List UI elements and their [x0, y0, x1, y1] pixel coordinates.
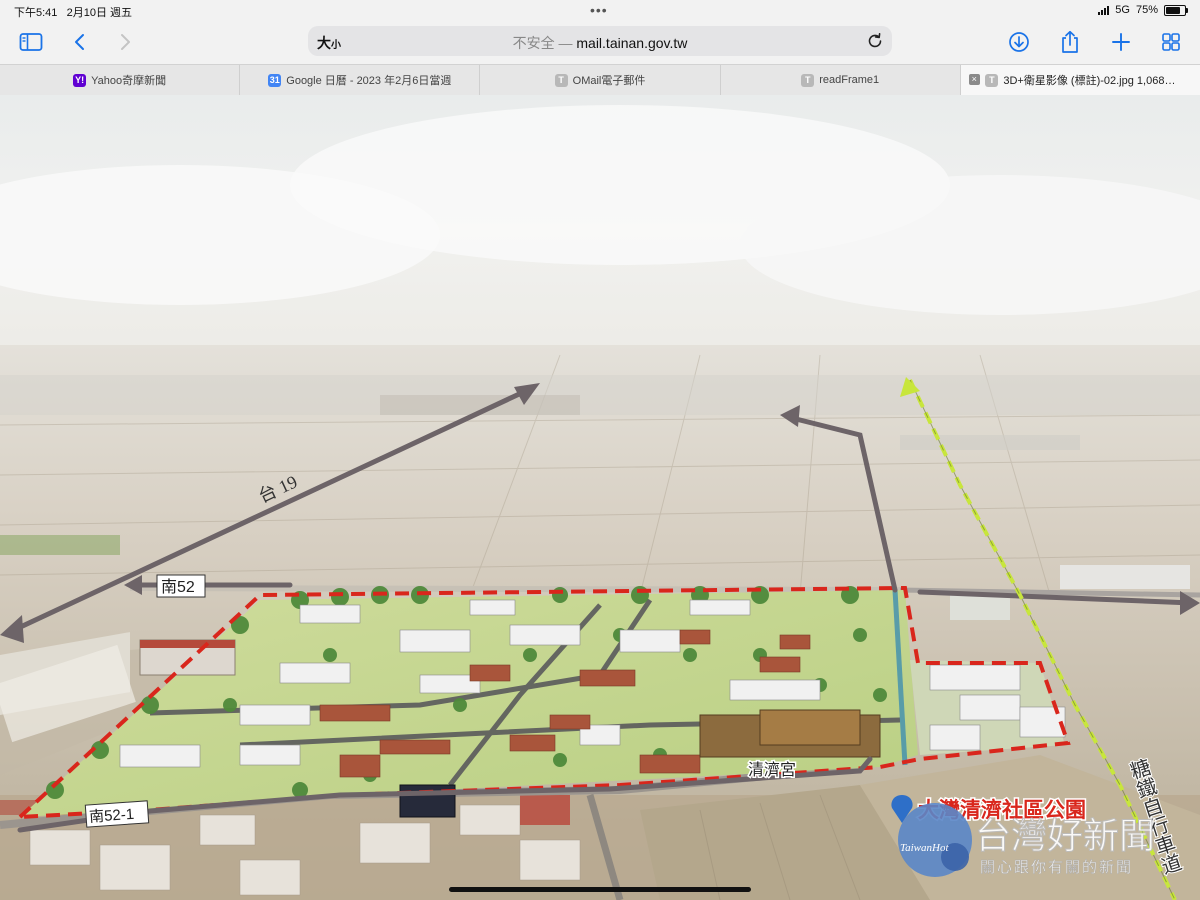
- downloads-icon[interactable]: [1004, 27, 1034, 57]
- status-date: 2月10日 週五: [66, 7, 133, 19]
- browser-toolbar: 大小 不安全 — mail.tainan.gov.tw: [0, 20, 1200, 64]
- tab-1[interactable]: 31 Google 日曆 - 2023 年2月6日當週: [240, 65, 481, 95]
- watermark-slogan: 關心跟你有關的新聞: [980, 859, 1133, 876]
- label-temple: 清濟宮: [748, 761, 796, 779]
- label-nan52-box: 南52: [156, 574, 206, 598]
- security-label: 不安全: [512, 35, 555, 51]
- battery-percent: 75%: [1135, 4, 1158, 16]
- aerial-rendering-image: 台 19 南52 南52-1 清濟宮 糖鐵自行車道 大灣清濟社區公園 Taiwa…: [0, 95, 1200, 900]
- watermark-brand-zh: 台灣好新聞: [975, 816, 1155, 856]
- address-bar[interactable]: 大小 不安全 — mail.tainan.gov.tw: [308, 26, 892, 56]
- tab-bar: Y! Yahoo奇摩新聞 31 Google 日曆 - 2023 年2月6日當週 T OM…: [0, 64, 1200, 96]
- tab-2[interactable]: T OMail電子郵件: [480, 65, 721, 95]
- tab-label: Google 日曆 - 2023 年2月6日當週: [286, 75, 452, 87]
- tab-0[interactable]: Y! Yahoo奇摩新聞: [0, 65, 241, 95]
- reload-icon[interactable]: [866, 32, 884, 50]
- label-nan52-1: 南52-1: [89, 806, 135, 826]
- label-nan52: 南52: [161, 578, 195, 596]
- new-tab-icon[interactable]: [1106, 27, 1136, 57]
- forward-button[interactable]: [110, 27, 140, 57]
- url-display[interactable]: 不安全 — mail.tainan.gov.tw: [308, 33, 892, 53]
- label-nan52-1-box: 南52-1: [84, 800, 150, 828]
- back-button[interactable]: [65, 27, 95, 57]
- tab-label: Yahoo奇摩新聞: [91, 75, 167, 87]
- tab-favicon-icon: Y!: [73, 73, 87, 87]
- status-bar: 下午5:41 2月10日 週五 ••• 5G 75%: [0, 0, 1200, 20]
- battery-icon: [1164, 4, 1188, 16]
- sidebar-toggle-icon[interactable]: [16, 27, 46, 57]
- home-indicator[interactable]: [449, 887, 751, 892]
- tab-close-icon[interactable]: ×: [968, 74, 980, 85]
- tab-label: readFrame1: [819, 74, 880, 86]
- tab-favicon-icon: T: [801, 73, 815, 87]
- tab-overview-icon[interactable]: [1156, 27, 1186, 57]
- image-viewer: 台 19 南52 南52-1 清濟宮 糖鐵自行車道 大灣清濟社區公園 Taiwa…: [0, 95, 1200, 900]
- tab-label: OMail電子郵件: [572, 75, 646, 87]
- url-text: mail.tainan.gov.tw: [576, 35, 688, 51]
- tab-favicon-icon: T: [554, 73, 568, 87]
- share-icon[interactable]: [1055, 27, 1085, 57]
- tab-favicon-icon: T: [985, 73, 999, 87]
- status-time: 下午5:41: [14, 7, 58, 19]
- temple-building: [699, 709, 881, 758]
- watermark-brand-en: TaiwanHot: [900, 842, 949, 854]
- network-type: 5G: [1115, 4, 1130, 16]
- tab-4[interactable]: × T 3D+衛星影像 (標註)-02.jpg 1,068…: [960, 65, 1200, 95]
- tab-3[interactable]: TreadFrame1: [721, 65, 961, 95]
- tab-label: 3D+衛星影像 (標註)-02.jpg 1,068…: [1003, 75, 1176, 87]
- multitasking-dots-icon[interactable]: •••: [590, 2, 608, 18]
- cellular-signal-icon: [1098, 5, 1110, 15]
- status-right: 5G 75%: [1098, 4, 1188, 16]
- tab-favicon-icon: 31: [268, 73, 282, 87]
- status-time-date: 下午5:41 2月10日 週五: [14, 4, 132, 20]
